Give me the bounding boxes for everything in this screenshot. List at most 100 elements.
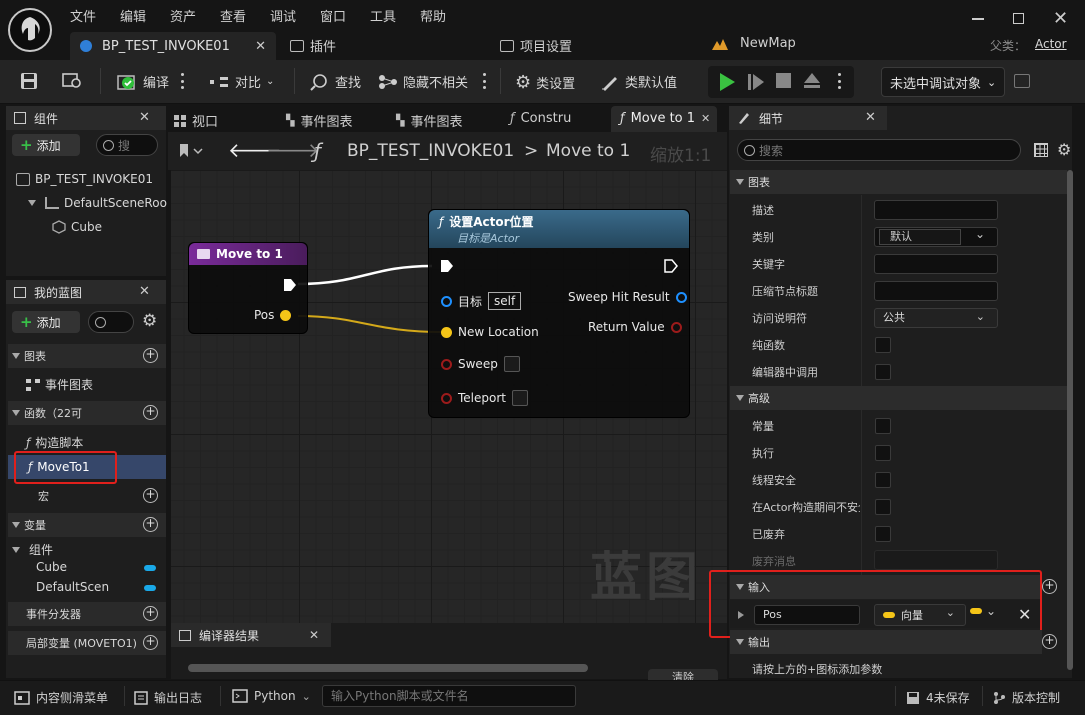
cmd-input[interactable]: 输入Python脚本或文件名 — [322, 685, 576, 707]
tab-plugins[interactable]: 插件 — [290, 36, 336, 55]
debug-find-icon[interactable] — [1014, 74, 1030, 88]
menu-debug[interactable]: 调试 — [270, 6, 296, 25]
section-macros[interactable]: 宏 + — [8, 484, 166, 508]
menu-asset[interactable]: 资产 — [170, 6, 196, 25]
maximize-icon[interactable] — [1013, 13, 1024, 24]
step-button[interactable] — [747, 73, 765, 91]
diff-button[interactable]: 对比 ⌄ — [208, 72, 274, 91]
find-button[interactable]: 查找 — [310, 72, 361, 91]
function-item-construct[interactable]: ƒ 构造脚本 — [26, 434, 83, 451]
thread-safe-checkbox[interactable] — [875, 472, 891, 488]
details-section-advanced[interactable]: 高级 — [730, 386, 1067, 410]
add-component-button[interactable]: + 添加 — [12, 134, 80, 156]
section-graphs[interactable]: 图表 + — [8, 344, 166, 368]
tab-move-to-1[interactable]: ƒ Move to 1 ✕ — [620, 111, 710, 126]
stop-icon[interactable] — [776, 73, 791, 88]
deprecated-checkbox[interactable] — [875, 526, 891, 542]
pure-checkbox[interactable] — [875, 337, 891, 353]
access-dropdown[interactable]: 公共 ⌄ — [874, 308, 998, 328]
menu-file[interactable]: 文件 — [70, 6, 96, 25]
forward-arrow-icon[interactable]: 🡒 — [266, 140, 320, 160]
unsafe-construct-checkbox[interactable] — [875, 499, 891, 515]
section-local-variables[interactable]: 局部变量 (MOVETO1) + — [8, 631, 166, 655]
tab-blueprint-asset[interactable]: BP_TEST_INVOKE01 ✕ — [70, 32, 276, 60]
chevron-down-icon[interactable]: ⌄ — [975, 227, 985, 241]
browse-button[interactable] — [62, 72, 84, 90]
tab-newmap[interactable]: NewMap — [712, 36, 796, 51]
new-location-pin[interactable]: New Location — [441, 325, 539, 339]
source-control-button[interactable]: 版本控制 — [992, 689, 1060, 706]
close-my-blueprint-icon[interactable]: ✕ — [139, 284, 150, 299]
minimize-icon[interactable] — [972, 18, 984, 20]
close-window-icon[interactable]: ✕ — [1053, 8, 1068, 29]
components-search-input[interactable]: 搜 — [96, 134, 158, 156]
unreal-logo-icon[interactable] — [8, 8, 52, 52]
breadcrumb-blueprint[interactable]: BP_TEST_INVOKE01 — [347, 141, 514, 161]
category-combo[interactable]: 默认 ⌄ — [874, 227, 998, 247]
eject-button[interactable] — [803, 72, 821, 90]
parent-class-link[interactable]: Actor — [1035, 37, 1067, 51]
graph-item-event-graph[interactable]: 事件图表 — [26, 376, 93, 393]
set-exec-out-pin-icon[interactable] — [664, 259, 678, 273]
tab-project-settings[interactable]: 项目设置 — [500, 36, 572, 55]
table-view-icon[interactable] — [1034, 143, 1048, 157]
menu-tools[interactable]: 工具 — [370, 6, 396, 25]
compiler-results-tab[interactable]: 编译器结果 ✕ — [171, 623, 331, 647]
set-actor-location-node[interactable]: ƒ 设置Actor位置 目标是Actor — [428, 209, 690, 418]
close-details-icon[interactable]: ✕ — [865, 110, 876, 125]
compact-title-input[interactable] — [874, 281, 998, 301]
sweep-checkbox[interactable] — [503, 356, 520, 372]
section-functions[interactable]: 函数（22可 + — [8, 401, 166, 425]
tab-construction-script[interactable]: ƒ Constru — [510, 111, 571, 126]
sweep-hit-result-pin[interactable]: Sweep Hit Result — [568, 290, 687, 304]
my-blueprint-search-input[interactable] — [88, 311, 134, 333]
variable-cube[interactable]: Cube — [36, 560, 160, 574]
return-value-pin[interactable]: Return Value — [588, 320, 682, 334]
exec-checkbox[interactable] — [875, 445, 891, 461]
play-button[interactable] — [718, 72, 736, 92]
close-compiler-icon[interactable]: ✕ — [309, 628, 319, 642]
sweep-pin[interactable]: Sweep — [441, 356, 520, 372]
compile-options-icon[interactable] — [181, 73, 184, 89]
hide-unrelated-options-icon[interactable] — [483, 73, 486, 89]
details-section-outputs[interactable]: 输出 — [730, 630, 1042, 654]
hide-unrelated-button[interactable]: 隐藏不相关 — [378, 72, 468, 91]
add-macro-icon[interactable]: + — [143, 488, 158, 503]
add-graph-icon[interactable]: + — [143, 348, 158, 363]
section-variables[interactable]: 变量 + — [8, 513, 166, 537]
variable-group-components[interactable]: 组件 — [12, 541, 53, 558]
details-search-input[interactable]: 搜索 — [737, 139, 1021, 161]
component-cube[interactable]: Cube — [52, 220, 102, 234]
cmd-type-dropdown[interactable]: Python ⌄ — [232, 689, 311, 703]
add-variable-icon[interactable]: + — [143, 517, 158, 532]
gear-icon[interactable]: ⚙ — [142, 311, 157, 331]
add-local-variable-icon[interactable]: + — [143, 635, 158, 650]
save-button[interactable] — [20, 72, 38, 90]
add-function-icon[interactable]: + — [143, 405, 158, 420]
set-exec-in-pin-icon[interactable] — [440, 259, 454, 273]
compile-button[interactable]: 编译 — [116, 72, 169, 91]
call-in-editor-checkbox[interactable] — [875, 364, 891, 380]
gear-icon[interactable]: ⚙ — [1057, 140, 1071, 159]
add-output-icon[interactable]: + — [1042, 634, 1057, 649]
tab-event-graph-1[interactable]: ▚ 事件图表 — [286, 111, 352, 130]
class-defaults-button[interactable]: 类默认值 — [600, 72, 677, 91]
bookmark-dropdown[interactable] — [179, 143, 203, 159]
menu-edit[interactable]: 编辑 — [120, 6, 146, 25]
component-root[interactable]: BP_TEST_INVOKE01 — [16, 172, 153, 186]
tab-viewport[interactable]: 视口 — [174, 111, 218, 130]
section-event-dispatchers[interactable]: 事件分发器 + — [8, 602, 166, 626]
close-tab-icon[interactable]: ✕ — [701, 112, 710, 125]
entry-pos-pin[interactable]: Pos — [254, 308, 292, 322]
teleport-pin[interactable]: Teleport — [441, 390, 528, 406]
menu-view[interactable]: 查看 — [220, 6, 246, 25]
entry-exec-out-pin-icon[interactable] — [283, 278, 297, 292]
play-options-icon[interactable] — [838, 73, 841, 89]
compiler-scrollbar[interactable] — [188, 664, 588, 672]
output-log-button[interactable]: 输出日志 — [134, 689, 202, 706]
teleport-checkbox[interactable] — [512, 390, 528, 406]
target-self-value[interactable]: self — [488, 292, 522, 310]
clear-button[interactable]: 清除 — [648, 669, 718, 680]
target-pin[interactable]: 目标 self — [441, 292, 522, 310]
details-section-graph[interactable]: 图表 — [730, 170, 1067, 194]
